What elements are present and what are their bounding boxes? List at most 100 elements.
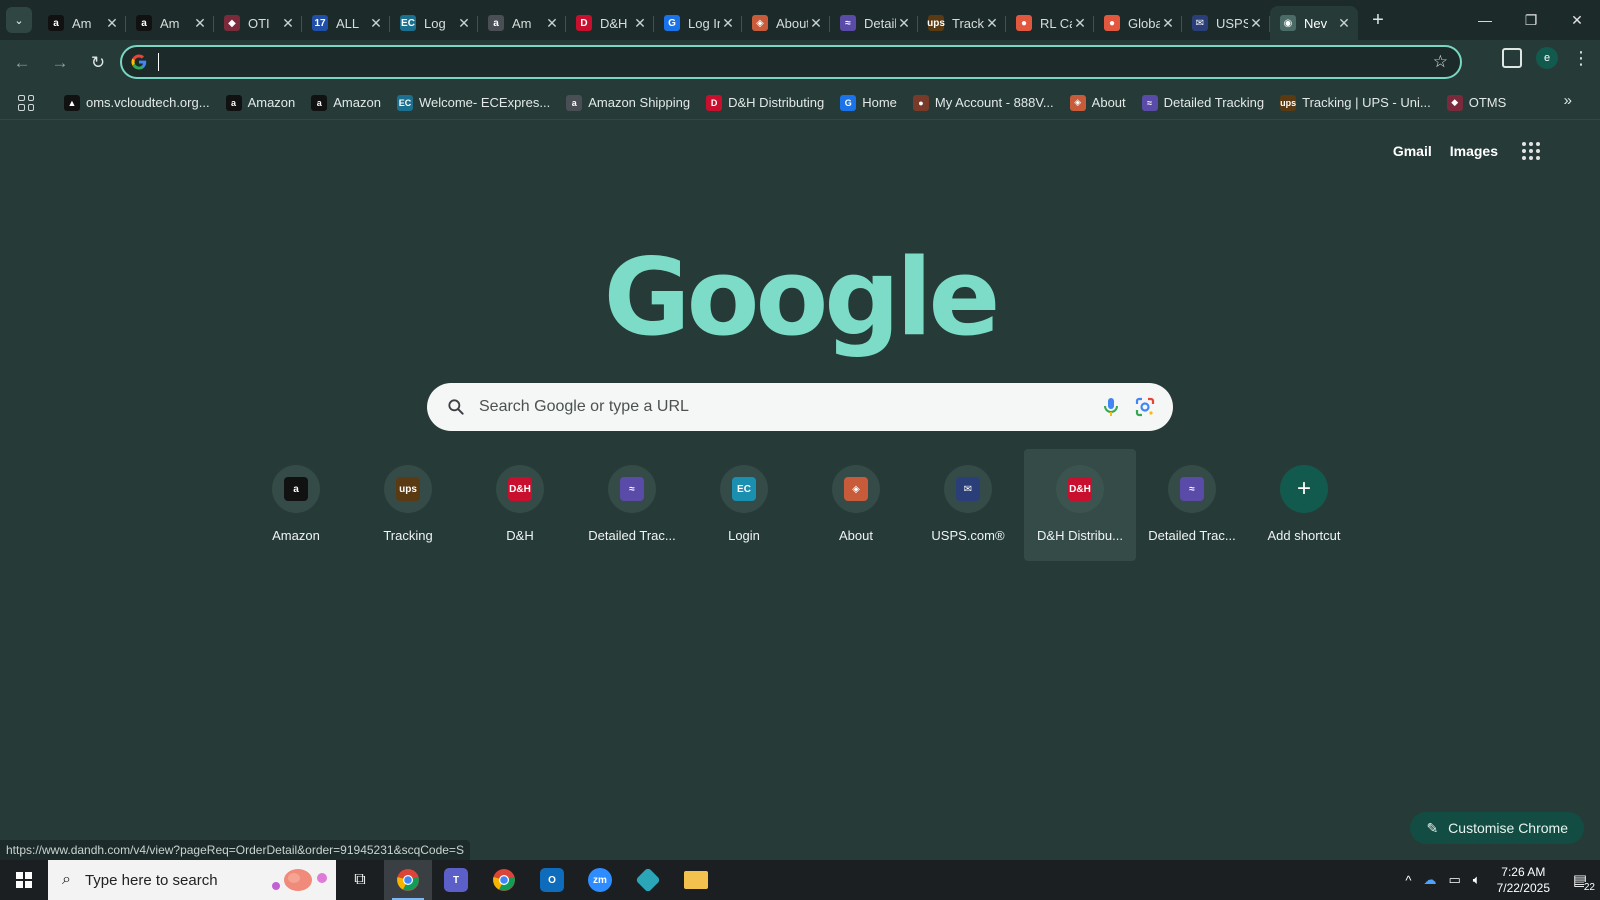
address-bar[interactable]: ☆ — [120, 45, 1462, 79]
close-tab-icon[interactable]: ✕ — [896, 15, 912, 32]
bookmark-item[interactable]: a Amazon — [303, 89, 389, 117]
taskbar-outlook[interactable]: O — [528, 860, 576, 900]
bookmark-item[interactable]: D D&H Distributing — [698, 89, 832, 117]
taskbar-zoom[interactable]: zm — [576, 860, 624, 900]
new-tab-button[interactable]: + — [1364, 6, 1392, 34]
bookmark-item[interactable]: ups Tracking | UPS - Uni... — [1272, 89, 1439, 117]
tab[interactable]: a Am ✕ — [38, 6, 126, 40]
close-tab-icon[interactable]: ✕ — [1072, 15, 1088, 32]
speaker-icon[interactable]: 🔈︎ — [1473, 872, 1481, 888]
bookmark-item[interactable]: G Home — [832, 89, 905, 117]
tab[interactable]: ≈ Detailed✕ — [830, 6, 918, 40]
close-tab-icon[interactable]: ✕ — [1336, 15, 1352, 32]
taskbar-file-explorer[interactable] — [672, 860, 720, 900]
bookmark-label: Amazon Shipping — [588, 95, 691, 110]
minimize-button[interactable]: — — [1462, 0, 1508, 40]
bookmark-item[interactable]: ◈ About — [1062, 89, 1134, 117]
bookmark-item[interactable]: a Amazon — [218, 89, 304, 117]
tab-label: RL Carri — [1040, 15, 1072, 31]
bookmark-label: Welcome- ECExpres... — [418, 95, 551, 110]
shortcut-tile[interactable]: D&H D&H — [464, 449, 576, 561]
ups-icon: ups — [1280, 94, 1296, 111]
close-tab-icon[interactable]: ✕ — [280, 15, 296, 32]
add-shortcut-button[interactable]: + Add shortcut — [1248, 449, 1360, 561]
tab[interactable]: ● Global F✕ — [1094, 6, 1182, 40]
google-lens-icon[interactable] — [1133, 395, 1157, 419]
tab[interactable]: D D&H D✕ — [566, 6, 654, 40]
network-icon[interactable]: ▭ — [1449, 872, 1461, 888]
start-button[interactable] — [0, 860, 48, 900]
taskbar-chrome[interactable] — [384, 860, 432, 900]
shortcut-label: USPS.com® — [931, 528, 1005, 543]
close-tab-icon[interactable]: ✕ — [808, 15, 824, 32]
shortcut-tile[interactable]: a Amazon — [240, 449, 352, 561]
kebab-menu-icon[interactable]: ⋮ — [1572, 48, 1590, 69]
tab[interactable]: 17 ALL ✕ — [302, 6, 390, 40]
images-link[interactable]: Images — [1450, 143, 1498, 159]
browser-toolbar: ← → ↻ ☆ e ⋮ — [0, 40, 1600, 86]
shortcut-tile[interactable]: ≈ Detailed Trac... — [576, 449, 688, 561]
notification-center-button[interactable]: ▤ 22 — [1560, 860, 1600, 900]
microphone-icon[interactable] — [1099, 395, 1123, 419]
close-tab-icon[interactable]: ✕ — [544, 15, 560, 32]
shortcut-tile[interactable]: D&H D&H Distribu... — [1024, 449, 1136, 561]
tab[interactable]: ◆ OTI ✕ — [214, 6, 302, 40]
tab-label: Detailed — [864, 15, 896, 31]
amazon-icon: a — [311, 94, 328, 111]
forward-button[interactable]: → — [44, 47, 76, 79]
taskbar-chrome-profile[interactable] — [480, 860, 528, 900]
taskbar-teams[interactable]: T — [432, 860, 480, 900]
tab[interactable]: a Am ✕ — [126, 6, 214, 40]
restore-button[interactable]: ❐ — [1508, 0, 1554, 40]
bookmark-item[interactable]: ● My Account - 888V... — [905, 89, 1062, 117]
tab[interactable]: ✉ USPS.co✕ — [1182, 6, 1270, 40]
close-tab-icon[interactable]: ✕ — [720, 15, 736, 32]
tab[interactable]: a Am ✕ — [478, 6, 566, 40]
onedrive-cloud-icon[interactable]: ☁ — [1424, 872, 1437, 888]
close-tab-icon[interactable]: ✕ — [1248, 15, 1264, 32]
shortcut-tile[interactable]: ≈ Detailed Trac... — [1136, 449, 1248, 561]
usps-icon: ✉ — [956, 477, 980, 501]
bookmark-star-icon[interactable]: ☆ — [1433, 52, 1448, 72]
extensions-icon[interactable] — [1502, 48, 1522, 68]
bookmark-item[interactable]: a Amazon Shipping — [558, 89, 698, 117]
close-tab-icon[interactable]: ✕ — [984, 15, 1000, 32]
clock[interactable]: 7:26 AM 7/22/2025 — [1497, 864, 1550, 896]
taskbar-app-diamond[interactable] — [624, 860, 672, 900]
search-box[interactable]: Search Google or type a URL — [427, 383, 1173, 431]
bookmark-item[interactable]: EC Welcome- ECExpres... — [389, 89, 558, 117]
close-tab-icon[interactable]: ✕ — [1160, 15, 1176, 32]
chevron-up-icon[interactable]: ^ — [1405, 873, 1411, 888]
close-tab-icon[interactable]: ✕ — [456, 15, 472, 32]
gmail-link[interactable]: Gmail — [1393, 143, 1432, 159]
shortcut-tile[interactable]: ✉ USPS.com® — [912, 449, 1024, 561]
bookmark-item[interactable]: ▲ oms.vcloudtech.org... — [56, 89, 218, 117]
close-tab-icon[interactable]: ✕ — [104, 15, 120, 32]
customise-chrome-button[interactable]: ✎ Customise Chrome — [1410, 812, 1584, 844]
profile-avatar[interactable]: e — [1536, 47, 1558, 69]
apps-grid-icon[interactable] — [18, 94, 34, 111]
close-window-button[interactable]: ✕ — [1554, 0, 1600, 40]
shortcut-tile[interactable]: ups Tracking — [352, 449, 464, 561]
tab[interactable]: ups Tracking✕ — [918, 6, 1006, 40]
bookmark-label: Tracking | UPS - Uni... — [1302, 95, 1431, 110]
close-tab-icon[interactable]: ✕ — [192, 15, 208, 32]
shortcut-tile[interactable]: EC Login — [688, 449, 800, 561]
tab[interactable]: EC Log ✕ — [390, 6, 478, 40]
tab[interactable]: ◈ About ✕ — [742, 6, 830, 40]
tab[interactable]: ◉ Nev ✕ — [1270, 6, 1358, 40]
chevron-double-right-icon[interactable]: » — [1564, 92, 1572, 109]
tab[interactable]: G Log In✕ — [654, 6, 742, 40]
tab[interactable]: ● RL Carri✕ — [1006, 6, 1094, 40]
shortcut-tile[interactable]: ◈ About — [800, 449, 912, 561]
task-view-button[interactable]: ⧉ — [336, 860, 384, 900]
reload-button[interactable]: ↻ — [82, 47, 114, 79]
close-tab-icon[interactable]: ✕ — [632, 15, 648, 32]
bookmark-item[interactable]: ≈ Detailed Tracking — [1134, 89, 1272, 117]
bookmark-item[interactable]: ◆ OTMS — [1439, 89, 1515, 117]
close-tab-icon[interactable]: ✕ — [368, 15, 384, 32]
back-button[interactable]: ← — [6, 47, 38, 79]
tab-search-button[interactable]: ⌄ — [6, 7, 32, 33]
taskbar-search[interactable]: ⌕ Type here to search — [48, 860, 336, 900]
google-apps-icon[interactable] — [1522, 142, 1540, 160]
